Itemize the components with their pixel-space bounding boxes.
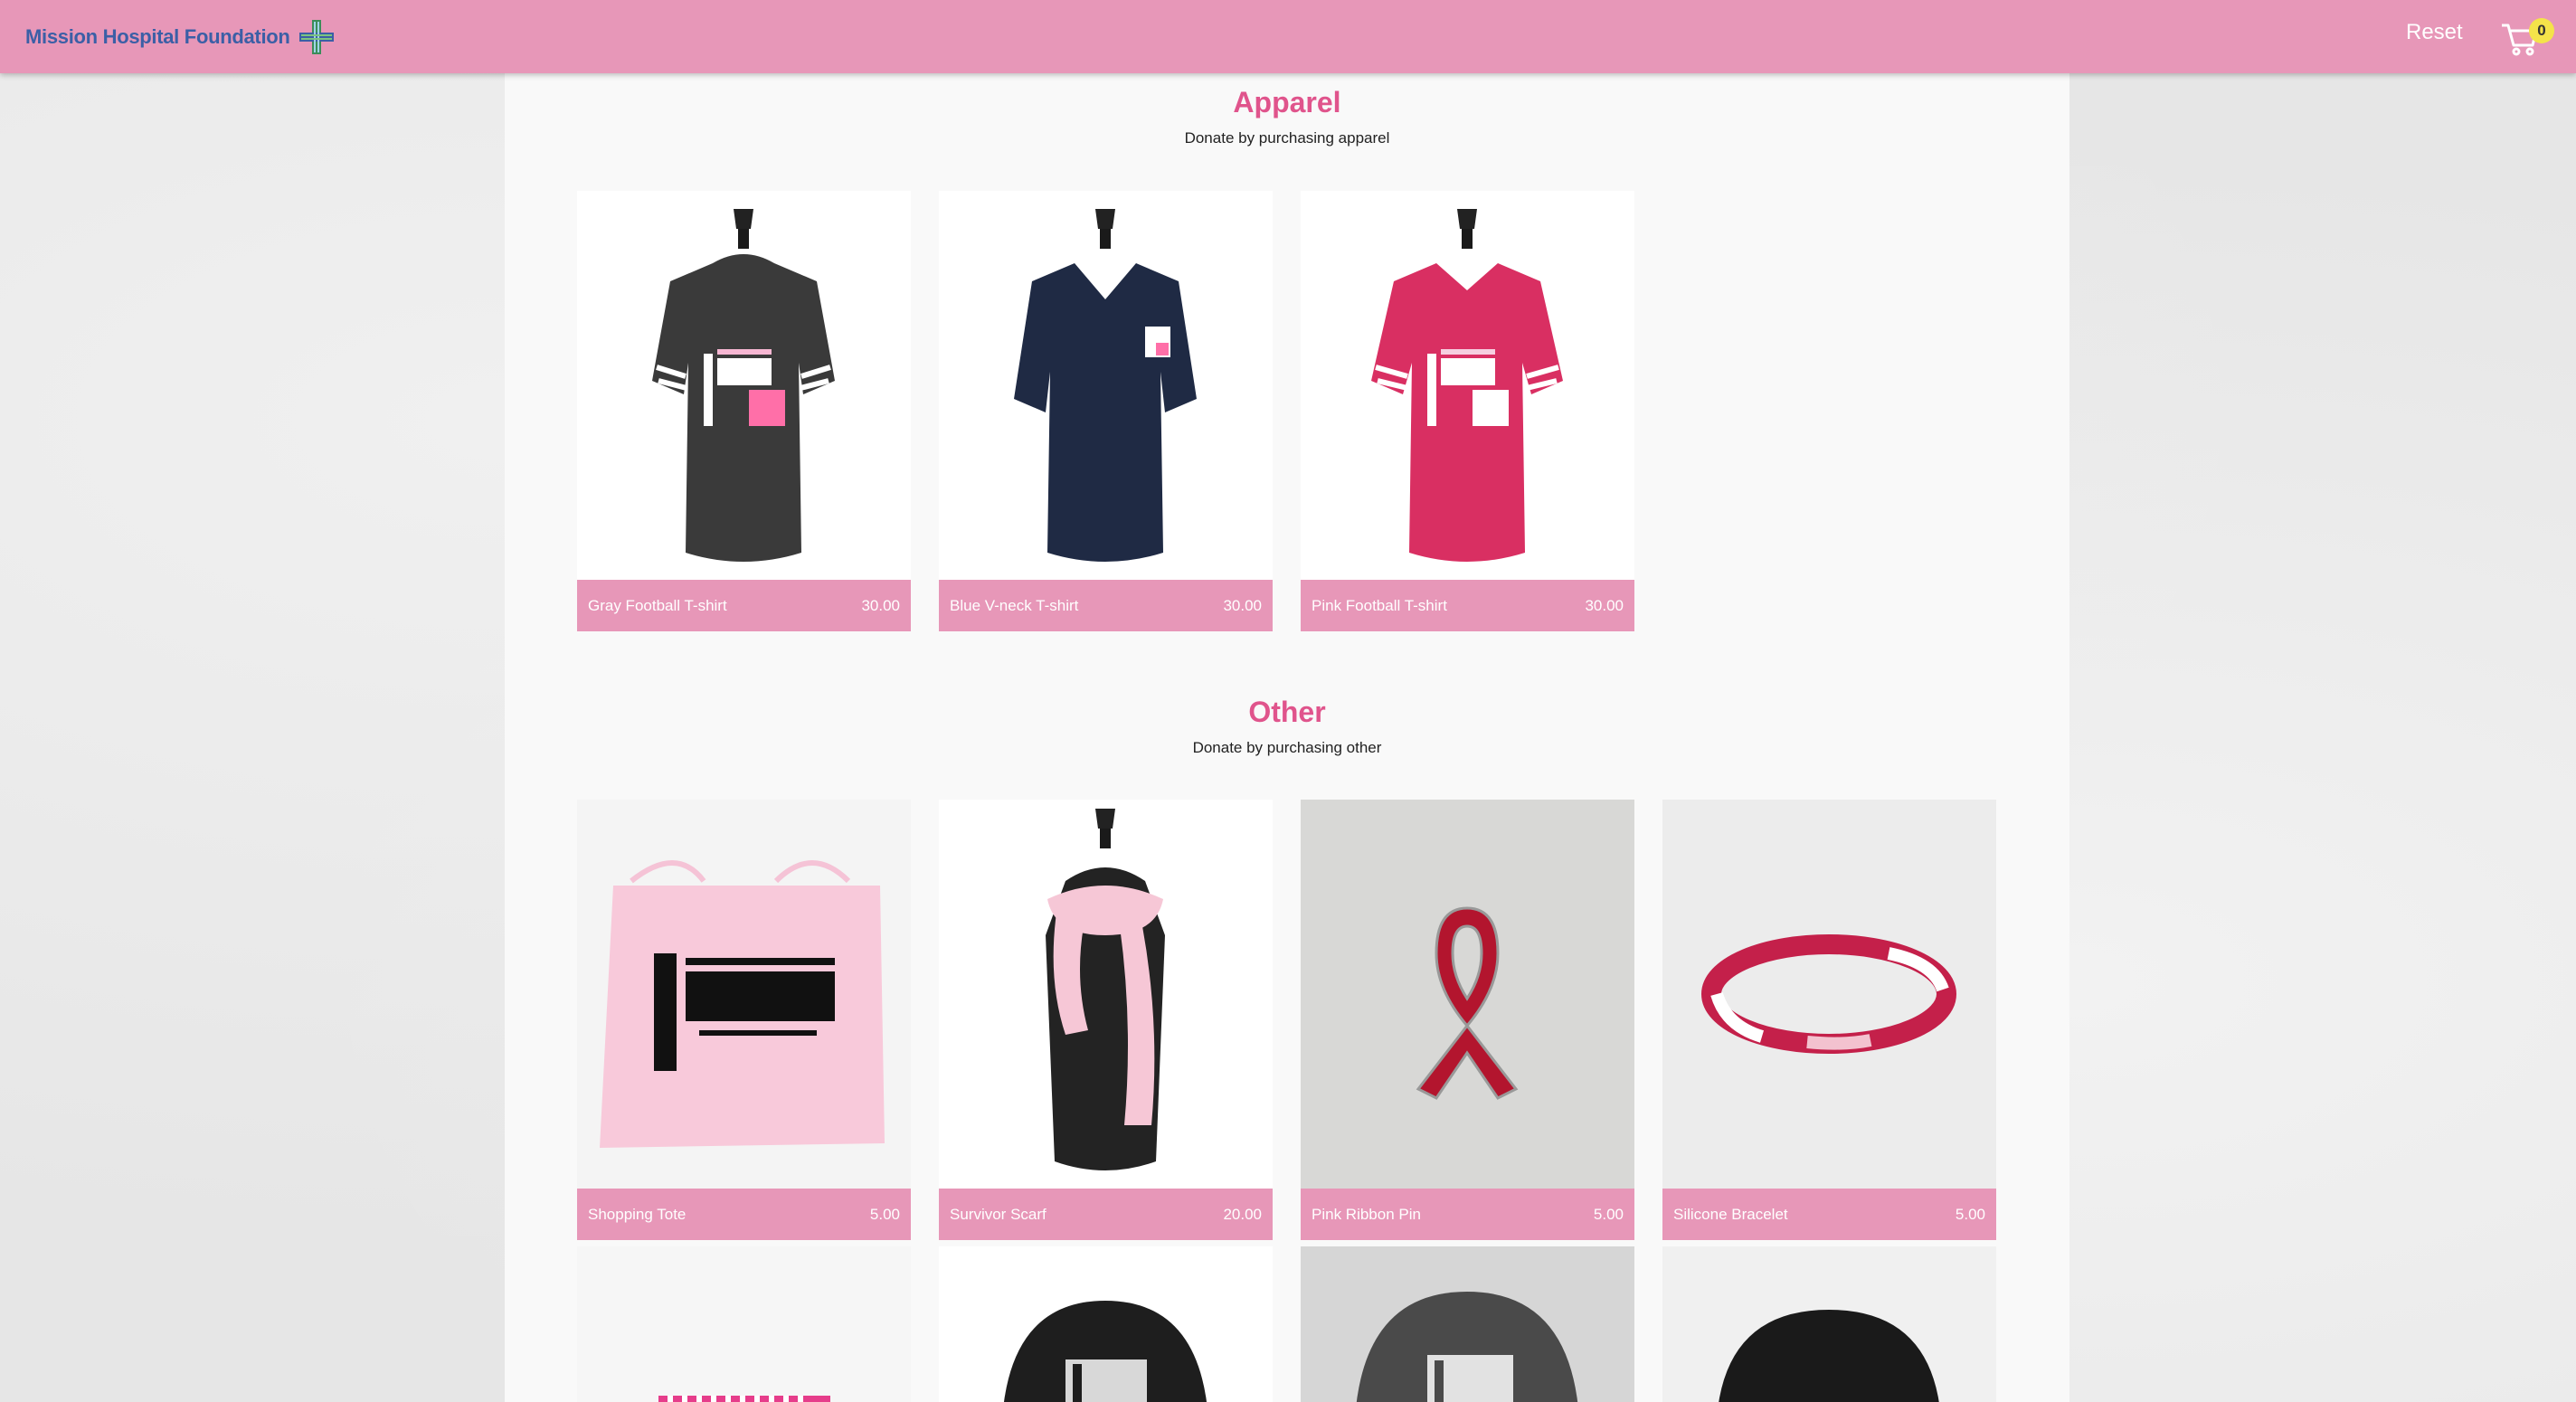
main-content: Apparel Donate by purchasing apparel Gra… [505, 73, 2069, 1402]
top-navbar: Mission Hospital Foundation Reset 0 [0, 0, 2576, 73]
product-name: Pink Ribbon Pin [1312, 1205, 1421, 1223]
product-image [939, 1246, 1273, 1402]
cart-count-badge: 0 [2529, 18, 2554, 43]
product-info-bar: Pink Football T-shirt 30.00 [1301, 580, 1634, 631]
product-price: 30.00 [1223, 596, 1262, 614]
section-title-apparel: Apparel [1233, 86, 1341, 118]
product-name: Survivor Scarf [950, 1205, 1046, 1223]
product-card-silicone-bracelet[interactable]: Silicone Bracelet 5.00 [1662, 800, 1996, 1240]
product-name: Gray Football T-shirt [588, 596, 727, 614]
product-info-bar: Pink Ribbon Pin 5.00 [1301, 1189, 1634, 1240]
product-card-shopping-tote[interactable]: Shopping Tote 5.00 [577, 800, 911, 1240]
product-image [939, 191, 1273, 580]
product-price: 30.00 [1585, 596, 1624, 614]
product-image [939, 800, 1273, 1189]
product-name: Silicone Bracelet [1673, 1205, 1788, 1223]
product-card-survivor-scarf[interactable]: Survivor Scarf 20.00 [939, 800, 1273, 1240]
brand-name: Mission Hospital Foundation [25, 25, 290, 48]
product-card-partial[interactable] [577, 1246, 911, 1402]
product-image [577, 800, 911, 1189]
product-name: Shopping Tote [588, 1205, 687, 1223]
product-info-bar: Silicone Bracelet 5.00 [1662, 1189, 1996, 1240]
product-image [577, 1246, 911, 1402]
product-card-blue-vneck-tshirt[interactable]: Blue V-neck T-shirt 30.00 [939, 191, 1273, 631]
product-info-bar: Survivor Scarf 20.00 [939, 1189, 1273, 1240]
section-subtitle-apparel: Donate by purchasing apparel [1184, 129, 1390, 147]
product-image [1662, 1246, 1996, 1402]
reset-button[interactable]: Reset [2406, 16, 2463, 49]
product-info-bar: Gray Football T-shirt 30.00 [577, 580, 911, 631]
product-card-gray-football-tshirt[interactable]: Gray Football T-shirt 30.00 [577, 191, 911, 631]
product-image [1301, 1246, 1634, 1402]
product-card-partial[interactable] [1301, 1246, 1634, 1402]
product-card-pink-football-tshirt[interactable]: Pink Football T-shirt 30.00 [1301, 191, 1634, 631]
product-name: Blue V-neck T-shirt [950, 596, 1079, 614]
product-price: 30.00 [861, 596, 900, 614]
product-name: Pink Football T-shirt [1312, 596, 1447, 614]
product-image [577, 191, 911, 580]
cart-button[interactable]: 0 [2500, 14, 2554, 56]
section-title-other: Other [1248, 696, 1326, 728]
product-card-pink-ribbon-pin[interactable]: Pink Ribbon Pin 5.00 [1301, 800, 1634, 1240]
product-image [1301, 800, 1634, 1189]
product-price: 5.00 [1593, 1205, 1624, 1223]
product-image [1662, 800, 1996, 1189]
product-card-partial[interactable] [1662, 1246, 1996, 1402]
product-price: 20.00 [1223, 1205, 1262, 1223]
brand-logo[interactable]: Mission Hospital Foundation [25, 18, 336, 56]
product-price: 5.00 [1955, 1205, 1985, 1223]
section-subtitle-other: Donate by purchasing other [1192, 739, 1382, 756]
product-price: 5.00 [869, 1205, 900, 1223]
cross-logo-icon [298, 20, 334, 54]
product-image [1301, 191, 1634, 580]
product-card-partial[interactable] [939, 1246, 1273, 1402]
product-info-bar: Shopping Tote 5.00 [577, 1189, 911, 1240]
product-info-bar: Blue V-neck T-shirt 30.00 [939, 580, 1273, 631]
